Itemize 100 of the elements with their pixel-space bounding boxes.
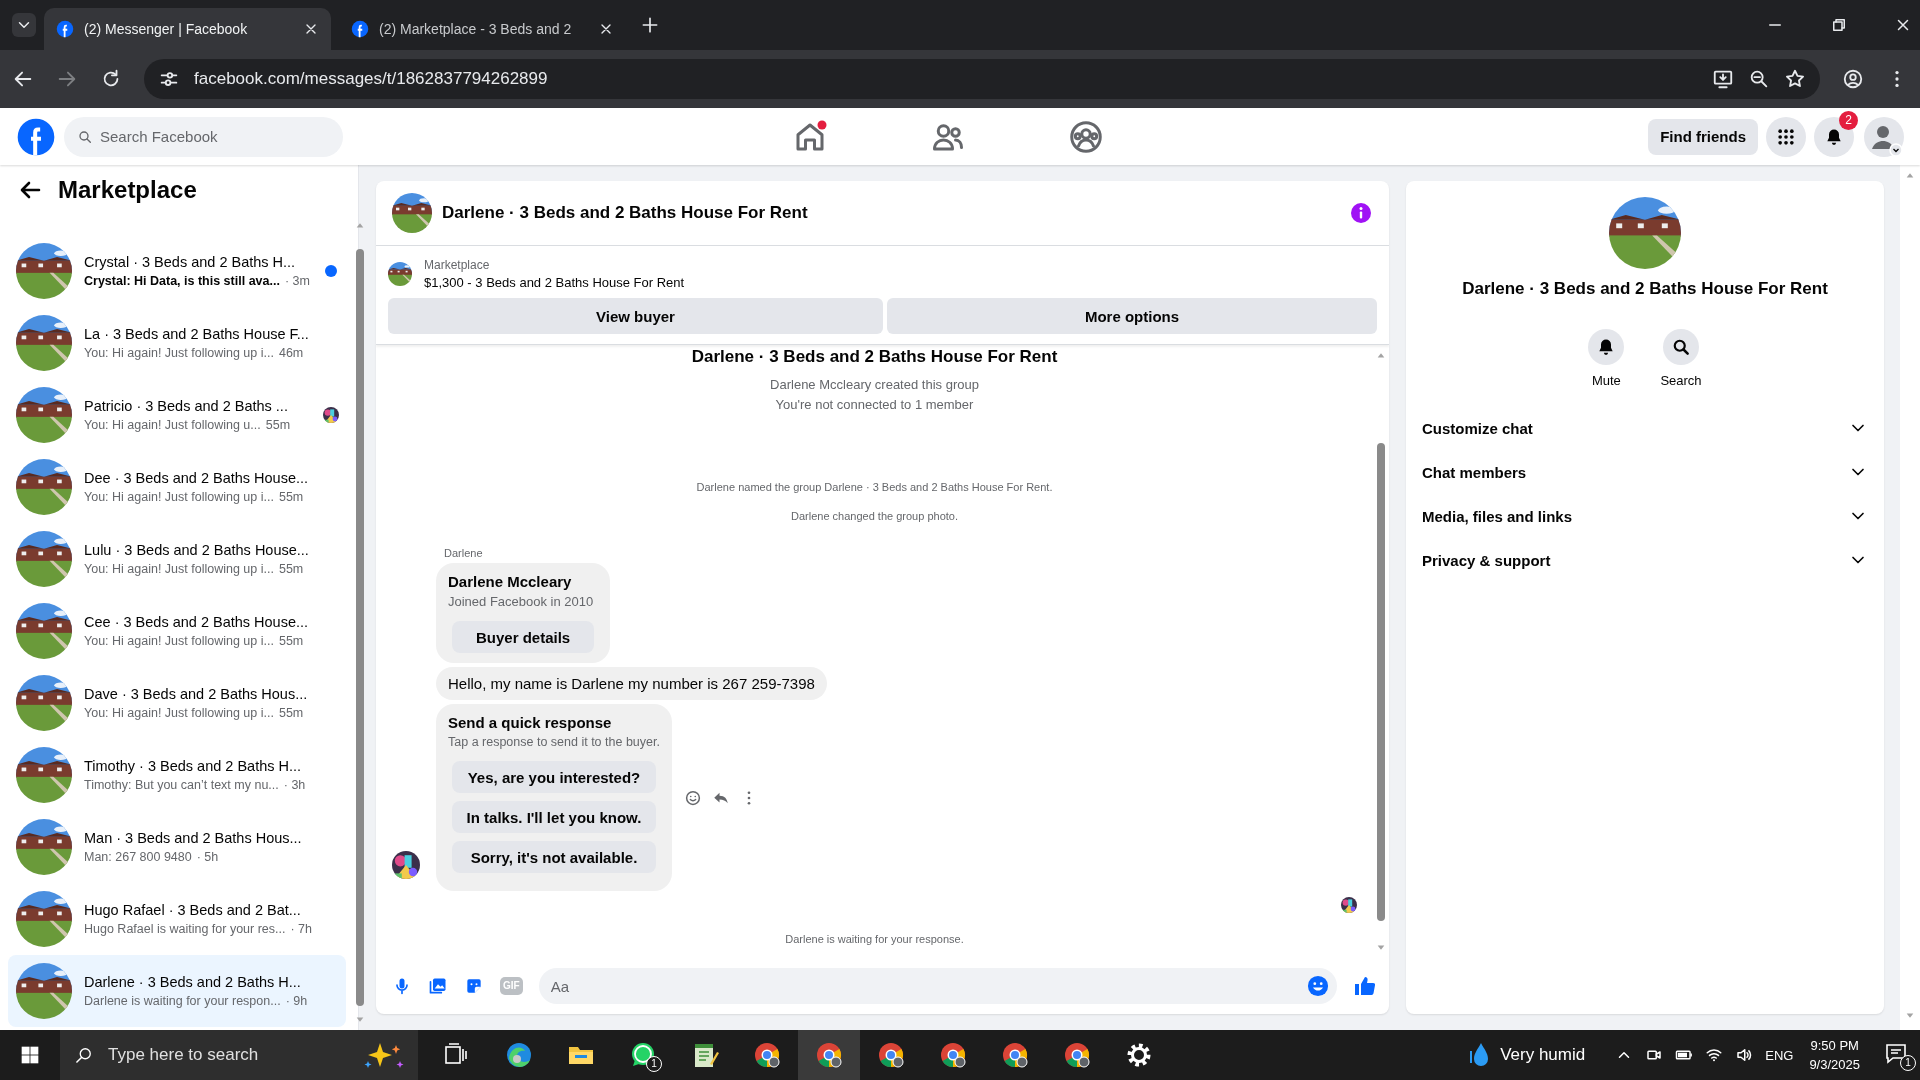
conversation-name: Lulu · 3 Beds and 2 Baths House...	[84, 542, 310, 558]
conversation-name: Patricio · 3 Beds and 2 Baths ...	[84, 398, 289, 414]
quick-reply-button[interactable]: Yes, are you interested?	[452, 761, 656, 793]
browser-icon	[814, 1040, 844, 1070]
star-icon[interactable]	[1784, 68, 1806, 90]
message-time: 55m	[278, 490, 304, 504]
quick-response-hint: Tap a response to send it to the buyer.	[448, 735, 660, 749]
message-time: 55m	[278, 706, 304, 720]
conversation-name: Cee · 3 Beds and 2 Baths House...	[84, 614, 310, 630]
volume-icon[interactable]	[1735, 1046, 1754, 1064]
notification-badge: 1	[1900, 1055, 1916, 1071]
emoji-icon[interactable]	[683, 788, 702, 807]
listing-title: $1,300 - 3 Beds and 2 Baths House For Rent	[424, 275, 685, 290]
chat-title: Darlene · 3 Beds and 2 Baths House For Rent	[442, 203, 809, 223]
logo-icon	[16, 116, 56, 157]
new-tab-icon[interactable]	[640, 15, 660, 35]
buyer-details-button[interactable]: Buyer details	[452, 621, 595, 653]
sidebar-title: Marketplace	[58, 176, 197, 204]
conversation-name: Crystal · 3 Beds and 2 Baths H...	[84, 254, 297, 270]
message-preview: Hugo Rafael is waiting for your res...	[84, 922, 286, 936]
info-icon[interactable]	[1349, 201, 1373, 225]
action-button[interactable]: View buyer	[388, 298, 883, 334]
browser-icon	[1062, 1040, 1092, 1070]
notifications-button[interactable]	[1814, 116, 1854, 157]
conversation-name: La · 3 Beds and 2 Baths House F...	[84, 326, 310, 342]
conversation-name: Timothy · 3 Beds and 2 Baths H...	[84, 758, 303, 774]
listing-label: Marketplace	[424, 258, 491, 272]
conversation-item[interactable]: Timothy · 3 Beds and 2 Baths H... Timothy: But you can’t text my nu... · 3h	[8, 739, 347, 811]
zoom-out-icon[interactable]	[1748, 68, 1770, 90]
menu-button[interactable]	[1766, 116, 1806, 157]
address-bar[interactable]: facebook.com/messages/t/1862837794262899	[144, 59, 1820, 99]
wifi-icon[interactable]	[1705, 1046, 1724, 1064]
avatar-icon[interactable]	[1864, 116, 1904, 157]
conversation-item[interactable]: Dave · 3 Beds and 2 Baths Hous... You: Hi again! Just following up i... 55m	[8, 667, 347, 739]
find-friends-button[interactable]: Find friends	[1648, 118, 1758, 155]
search-icon	[74, 1045, 94, 1065]
grid-icon	[1776, 126, 1796, 147]
conversation-item[interactable]: Lulu · 3 Beds and 2 Baths House... You: Hi again! Just following up i... 55m	[8, 523, 347, 595]
conversation-item[interactable]: Crystal · 3 Beds and 2 Baths H... Crystal: Hi Data, is this still ava... · 3m	[8, 235, 347, 307]
message-preview: You: Hi again! Just following up i...	[84, 346, 274, 360]
thumbs-up-icon[interactable]	[1353, 974, 1377, 998]
message-time: · 3m	[284, 274, 310, 288]
app-badge: 1	[646, 1056, 662, 1072]
install-icon[interactable]	[1712, 68, 1734, 90]
sticker-icon[interactable]	[464, 976, 484, 996]
message-time: 55m	[278, 562, 304, 576]
conversation-item[interactable]: Dee · 3 Beds and 2 Baths House... You: Hi again! Just following up i... 55m	[8, 451, 347, 523]
tab-list-icon[interactable]	[12, 13, 36, 37]
clock-time: 9:50 PM	[1810, 1038, 1859, 1053]
sparkle-icon[interactable]	[362, 1041, 406, 1069]
scrollbar-thumb[interactable]	[1377, 443, 1385, 921]
message-preview: Crystal: Hi Data, is this still ava...	[84, 274, 280, 288]
message-preview: Timothy: But you can’t text my nu...	[84, 778, 279, 792]
notification-badge: 2	[1839, 110, 1858, 130]
taskbar-app[interactable]: 1	[612, 1030, 674, 1080]
emoji-icon[interactable]	[1307, 975, 1329, 997]
browser-tab[interactable]: (2) Messenger | Facebook	[44, 8, 331, 50]
conversation-item[interactable]: Man · 3 Beds and 2 Baths Hous... Man: 267 800 9480 · 5h	[8, 811, 347, 883]
conversation-item[interactable]: La · 3 Beds and 2 Baths House F... You: Hi again! Just following up i... 46m	[8, 307, 347, 379]
section-header[interactable]: Chat members	[1422, 450, 1868, 494]
action-button[interactable]: More options	[887, 298, 1377, 334]
conversation-item[interactable]: Cee · 3 Beds and 2 Baths House... You: Hi again! Just following up i... 55m	[8, 595, 347, 667]
browser-tab[interactable]: (2) Marketplace - 3 Beds and 2	[339, 8, 626, 50]
message-field[interactable]: Aa	[538, 968, 1337, 1004]
message-preview: You: Hi again! Just following up i...	[84, 562, 274, 576]
taskbar-app[interactable]	[798, 1030, 860, 1080]
quick-reply-button[interactable]: Sorry, it's not available.	[452, 841, 656, 873]
search-icon	[77, 128, 93, 145]
photo-icon[interactable]	[428, 976, 448, 996]
message-time: · 9h	[285, 994, 308, 1008]
message-preview: Darlene is waiting for your respon...	[84, 994, 281, 1008]
quick-reply-button[interactable]: In talks. I'll let you know.	[452, 801, 656, 833]
group-info-text: Darlene Mccleary created this group	[770, 376, 979, 394]
conversation-name: Man · 3 Beds and 2 Baths Hous...	[84, 830, 303, 846]
search-icon	[1671, 337, 1691, 357]
section-header[interactable]: Customize chat	[1422, 406, 1868, 450]
profile-icon[interactable]	[1842, 68, 1864, 90]
search-field[interactable]: Search Facebook	[64, 116, 343, 157]
browser-icon	[938, 1040, 968, 1070]
tab-favicon	[351, 20, 369, 38]
conversation-item[interactable]: Hugo Rafael · 3 Beds and 2 Bat... Hugo Rafael is waiting for your res... · 7h	[8, 883, 347, 955]
message-bubble: Hello, my name is Darlene my number is 267 259-7398	[436, 667, 827, 700]
weather-text: Very humid	[1500, 1045, 1586, 1065]
details-title: Darlene · 3 Beds and 2 Baths House For Rent	[1462, 279, 1828, 299]
message-time: 46m	[278, 346, 304, 360]
section-header[interactable]: Media, files and links	[1422, 494, 1868, 538]
scrollbar-thumb[interactable]	[356, 249, 365, 1006]
conversation-item[interactable]: Darlene · 3 Beds and 2 Baths H... Darlene is waiting for your respon... · 9h	[8, 955, 347, 1027]
message-time: 55m	[265, 418, 291, 432]
edge-icon	[504, 1040, 534, 1070]
conversation-item[interactable]: Patricio · 3 Beds and 2 Baths ... You: Hi again! Just following u... 55m	[8, 379, 347, 451]
conversation-name: Dee · 3 Beds and 2 Baths House...	[84, 470, 310, 486]
section-header[interactable]: Privacy & support	[1422, 538, 1868, 582]
conversation-name: Darlene · 3 Beds and 2 Baths H...	[84, 974, 302, 990]
message-preview: You: Hi again! Just following up i...	[84, 706, 274, 720]
restore-icon[interactable]	[1830, 16, 1848, 34]
group-icon[interactable]	[1068, 118, 1104, 155]
taskbar-search-field[interactable]: Type here to search	[60, 1030, 418, 1080]
language-indicator[interactable]: ENG	[1765, 1047, 1794, 1063]
conversation-name: Hugo Rafael · 3 Beds and 2 Bat...	[84, 902, 302, 918]
